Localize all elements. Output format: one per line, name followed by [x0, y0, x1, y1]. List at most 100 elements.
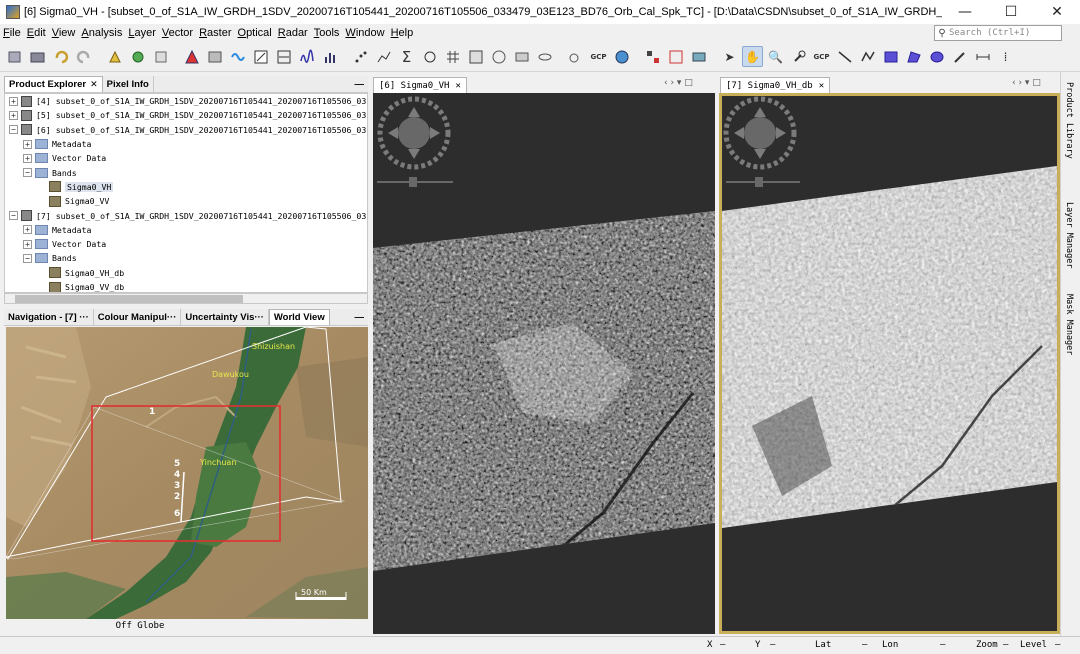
tab-sigma0-vh-db[interactable]: [7] Sigma0_VH_db ✕: [720, 77, 831, 93]
tab-product-explorer[interactable]: Product Explorer ✕: [4, 76, 103, 92]
filter-band-icon[interactable]: [150, 46, 171, 67]
line-tool-icon[interactable]: [834, 46, 855, 67]
menu-analysis[interactable]: Analysis: [78, 27, 125, 39]
tree-row[interactable]: + Metadata: [5, 137, 367, 151]
redo-icon[interactable]: [73, 46, 94, 67]
tree-row[interactable]: Sigma0_VH: [5, 180, 367, 194]
tab-navigation[interactable]: Navigation - [7] ···: [4, 309, 94, 325]
tree-row[interactable]: + Vector Data: [5, 151, 367, 165]
minimize-button[interactable]: —: [942, 0, 988, 24]
tab-world-view[interactable]: World View: [268, 309, 330, 325]
information-icon[interactable]: [488, 46, 509, 67]
collapse-icon[interactable]: −: [9, 211, 18, 221]
spectrum-icon[interactable]: [296, 46, 317, 67]
scatter-plot-icon[interactable]: [350, 46, 371, 67]
open-product-icon[interactable]: [27, 46, 48, 67]
tree-row[interactable]: Sigma0_VV: [5, 194, 367, 208]
histogram-icon[interactable]: [319, 46, 340, 67]
menu-view[interactable]: View: [49, 27, 79, 39]
side-tab-layer-manager[interactable]: Layer Manager: [1064, 202, 1074, 269]
minimize-panel-icon[interactable]: —: [351, 76, 369, 92]
statistics-icon[interactable]: Σ: [396, 46, 417, 67]
tab-sigma0-vh[interactable]: [6] Sigma0_VH ✕: [373, 77, 467, 93]
graph-builder-icon[interactable]: [250, 46, 271, 67]
close-icon[interactable]: ✕: [455, 81, 460, 91]
close-window-button[interactable]: ✕: [1034, 0, 1080, 24]
menu-help[interactable]: Help: [388, 27, 417, 39]
toolbar-overflow-icon[interactable]: ⁞: [995, 46, 1016, 67]
tree-row[interactable]: + [5] subset_0_of_S1A_IW_GRDH_1SDV_202007…: [5, 108, 367, 122]
tree-horizontal-scrollbar[interactable]: [4, 293, 368, 304]
graph-network-icon[interactable]: [665, 46, 686, 67]
rectangle-tool-icon[interactable]: [880, 46, 901, 67]
tree-row[interactable]: − [6] subset_0_of_S1A_IW_GRDH_1SDV_202007…: [5, 123, 367, 137]
tree-row[interactable]: Sigma0_VH_db: [5, 266, 367, 280]
menu-vector[interactable]: Vector: [159, 27, 196, 39]
collapse-icon[interactable]: −: [23, 253, 32, 263]
view-tab-controls[interactable]: ‹ › ▾ □: [1012, 78, 1041, 88]
rgb-image-icon[interactable]: [181, 46, 202, 67]
magic-wand-icon[interactable]: [949, 46, 970, 67]
time-series-icon[interactable]: [511, 46, 532, 67]
close-icon[interactable]: ✕: [90, 79, 98, 90]
expand-icon[interactable]: +: [9, 96, 18, 106]
tree-row[interactable]: − Bands: [5, 165, 367, 179]
band-maths-icon[interactable]: [104, 46, 125, 67]
pan-tool-icon[interactable]: ✋: [742, 46, 763, 67]
tree-row[interactable]: − Bands: [5, 251, 367, 265]
menu-raster[interactable]: Raster: [196, 27, 234, 39]
tiepoint-icon[interactable]: [565, 46, 586, 67]
range-finder-icon[interactable]: [972, 46, 993, 67]
expand-icon[interactable]: +: [23, 153, 32, 163]
image-view-sigma0-vh[interactable]: [373, 93, 715, 634]
side-tab-mask-manager[interactable]: Mask Manager: [1064, 294, 1074, 355]
tab-colour-manipulation[interactable]: Colour Manipul···: [94, 309, 182, 325]
world-view-map[interactable]: Shizuishan Dawukou Yinchuan 50 Km 1 5 4 …: [6, 327, 368, 619]
profile-plot-icon[interactable]: [373, 46, 394, 67]
tab-uncertainty-visualisation[interactable]: Uncertainty Vis···: [181, 309, 269, 325]
pin-tool-icon[interactable]: [788, 46, 809, 67]
product-tree[interactable]: + [4] subset_0_of_S1A_IW_GRDH_1SDV_202007…: [4, 93, 368, 293]
undo-icon[interactable]: [50, 46, 71, 67]
gcp-manager-icon[interactable]: GCP: [588, 46, 609, 67]
image-view-sigma0-vh-db[interactable]: [719, 93, 1060, 634]
orbit-icon[interactable]: [534, 46, 555, 67]
ellipse-tool-icon[interactable]: [926, 46, 947, 67]
tree-row[interactable]: Sigma0_VV_db: [5, 280, 367, 292]
expand-icon[interactable]: +: [23, 239, 32, 249]
wavelength-icon[interactable]: [227, 46, 248, 67]
expand-icon[interactable]: +: [9, 110, 18, 120]
tree-row[interactable]: + Vector Data: [5, 237, 367, 251]
graph-node-icon[interactable]: [642, 46, 663, 67]
collapse-icon[interactable]: −: [9, 125, 18, 135]
layer-add-icon[interactable]: [127, 46, 148, 67]
minimize-panel-icon[interactable]: —: [351, 309, 369, 325]
menu-tools[interactable]: Tools: [311, 27, 343, 39]
tab-pixel-info[interactable]: Pixel Info: [103, 76, 154, 92]
gcp-tool-icon[interactable]: GCP: [811, 46, 832, 67]
scrollbar-thumb[interactable]: [15, 295, 243, 303]
collapse-icon[interactable]: −: [23, 168, 32, 178]
globe-view-icon[interactable]: [611, 46, 632, 67]
correlative-plot-icon[interactable]: [419, 46, 440, 67]
expand-icon[interactable]: +: [23, 225, 32, 235]
menu-optical[interactable]: Optical: [235, 27, 275, 39]
select-tool-icon[interactable]: ➤: [719, 46, 740, 67]
menu-file[interactable]: File: [0, 27, 24, 39]
new-session-icon[interactable]: [4, 46, 25, 67]
tree-row[interactable]: + Metadata: [5, 223, 367, 237]
world-map-icon[interactable]: [688, 46, 709, 67]
menu-radar[interactable]: Radar: [275, 27, 311, 39]
menu-window[interactable]: Window: [342, 27, 387, 39]
menu-edit[interactable]: Edit: [24, 27, 49, 39]
polyline-tool-icon[interactable]: [857, 46, 878, 67]
tree-row[interactable]: − [7] subset_0_of_S1A_IW_GRDH_1SDV_202007…: [5, 208, 367, 222]
batch-icon[interactable]: [273, 46, 294, 67]
mask-area-icon[interactable]: [465, 46, 486, 67]
hsv-icon[interactable]: [204, 46, 225, 67]
zoom-tool-icon[interactable]: 🔍: [765, 46, 786, 67]
maximize-button[interactable]: ☐: [988, 0, 1034, 24]
view-tab-controls[interactable]: ‹ › ▾ □: [664, 78, 693, 88]
tree-row[interactable]: + [4] subset_0_of_S1A_IW_GRDH_1SDV_202007…: [5, 94, 367, 108]
close-icon[interactable]: ✕: [819, 81, 824, 91]
